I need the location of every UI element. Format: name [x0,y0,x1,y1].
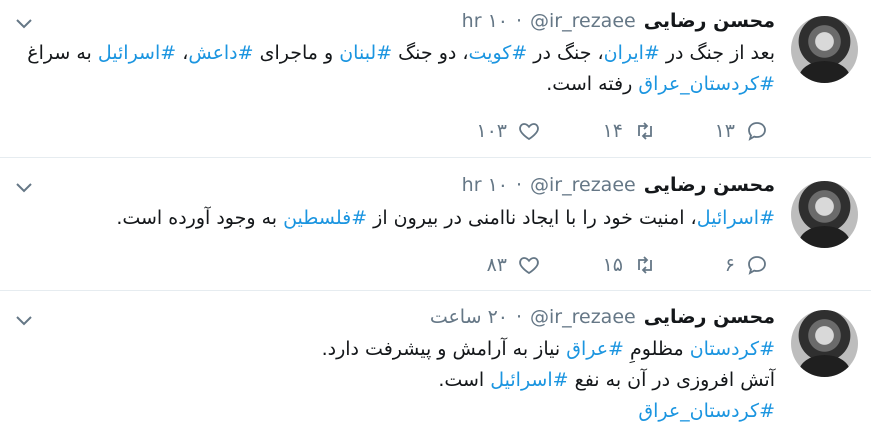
like-count: ۱۰۳ [476,120,507,142]
reply-button[interactable]: ۱۳ [715,119,769,143]
heart-icon [519,123,539,141]
chevron-down-icon[interactable] [14,13,34,33]
tweet-text-segment: بعد از جنگ در [659,42,775,64]
hashtag-link[interactable]: #فلسطین [283,207,367,229]
tweet[interactable]: محسن رضایی @ir_rezaee · ۱۰ hr بعد از جنگ… [0,0,871,158]
avatar[interactable] [791,16,858,83]
avatar[interactable] [791,181,858,248]
timestamp[interactable]: ۱۰ hr [462,10,508,32]
retweet-count: ۱۵ [602,254,623,276]
chevron-down-icon[interactable] [14,177,34,197]
tweet-text-segment: به وجود آورده است. [116,207,284,229]
user-handle[interactable]: @ir_rezaee [530,10,636,32]
hashtag-link[interactable]: #لبنان [339,42,392,64]
like-count: ۸۳ [486,254,507,276]
hashtag-link[interactable]: #ایران [604,42,660,64]
reply-count: ۶ [724,254,735,276]
tweet-header: محسن رضایی @ir_rezaee · ۱۰ hr [462,10,775,32]
timestamp[interactable]: ۲۰ ساعت [430,306,508,328]
display-name[interactable]: محسن رضایی [644,10,775,32]
like-button[interactable]: ۱۰۳ [476,119,541,143]
reply-button[interactable]: ۶ [725,253,769,277]
tweet-header: محسن رضایی @ir_rezaee · ۲۰ ساعت [430,306,775,328]
retweet-icon [638,256,652,274]
hashtag-link[interactable]: #کردستان_عراق [638,73,775,95]
tweet-actions: ۱۳ ۱۴ ۱۰۳ [355,119,775,143]
tweet[interactable]: محسن رضایی @ir_rezaee · ۱۰ hr #اسرائیل، … [0,157,871,291]
tweet-text-segment: نیاز به آرامش و پیشرفت دارد. [321,338,567,360]
tweet-text-segment: و ماجرای [253,42,340,64]
display-name[interactable]: محسن رضایی [644,306,775,328]
separator-dot: · [515,306,523,328]
tweet-text-segment: ، [176,42,189,64]
hashtag-link[interactable]: #اسرائیل [697,207,775,229]
tweet-actions: ۶ ۱۵ ۸۳ [355,253,775,277]
avatar[interactable] [791,310,858,377]
tweet-text-segment: رفته است. [546,73,639,95]
tweet-header: محسن رضایی @ir_rezaee · ۱۰ hr [462,174,775,196]
retweet-count: ۱۴ [602,120,623,142]
like-button[interactable]: ۸۳ [487,253,541,277]
retweet-button[interactable]: ۱۵ [603,253,657,277]
hashtag-link[interactable]: #کردستان_عراق [638,400,775,422]
tweet-text-segment: ، امنیت خود را با ایجاد ناامنی در بیرون … [367,207,697,229]
tweet-text: #کردستان مظلومِ #عراق نیاز به آرامش و پی… [5,334,775,427]
tweet-text-segment: آتش افروزی در آن به نفع [568,369,775,391]
tweet-text-segment: مظلومِ [623,338,690,360]
retweet-button[interactable]: ۱۴ [603,119,657,143]
chevron-down-icon[interactable] [14,310,34,330]
separator-dot: · [515,174,523,196]
display-name[interactable]: محسن رضایی [644,174,775,196]
tweet-text-segment: ، جنگ در [527,42,604,64]
user-handle[interactable]: @ir_rezaee [530,306,636,328]
tweet[interactable]: محسن رضایی @ir_rezaee · ۲۰ ساعت #کردستان… [0,290,871,429]
tweet-text: بعد از جنگ در #ایران، جنگ در #کویت، دو ج… [5,38,775,100]
separator-dot: · [515,10,523,32]
hashtag-link[interactable]: #کویت [469,42,528,64]
hashtag-link[interactable]: #اسرائیل [490,369,568,391]
timestamp[interactable]: ۱۰ hr [462,174,508,196]
hashtag-link[interactable]: #کردستان [690,338,775,360]
hashtag-link[interactable]: #عراق [566,338,624,360]
reply-count: ۱۳ [714,120,735,142]
retweet-icon [638,122,652,140]
tweet-text-segment: ، دو جنگ [392,42,469,64]
tweet-text-segment: به سراغ [27,42,98,64]
reply-icon [748,256,766,275]
hashtag-link[interactable]: #اسرائیل [98,42,176,64]
hashtag-link[interactable]: #داعش [188,42,253,64]
tweet-text: #اسرائیل، امنیت خود را با ایجاد ناامنی د… [5,203,775,234]
tweet-text-segment: است. [438,369,491,391]
user-handle[interactable]: @ir_rezaee [530,174,636,196]
heart-icon [519,257,539,275]
reply-icon [748,122,766,141]
